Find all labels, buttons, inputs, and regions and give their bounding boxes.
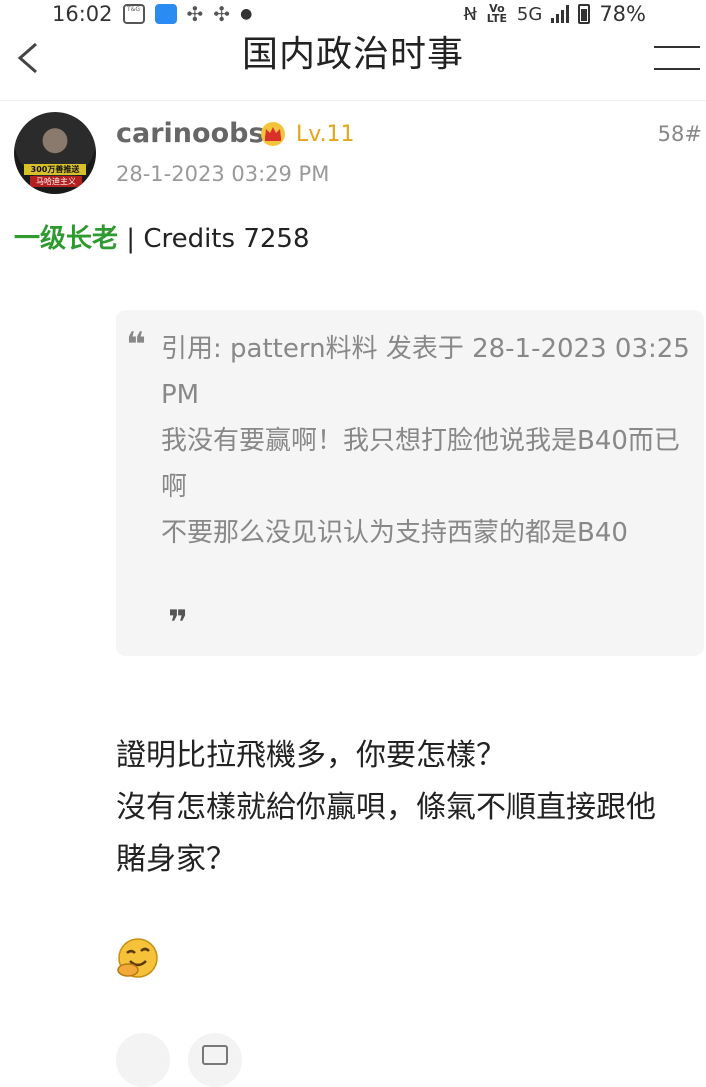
quote-header: 引用: pattern料料 发表于 28-1-2023 03:25 PM	[161, 334, 690, 410]
nfc-icon: Ꞥ	[463, 3, 477, 25]
quote-block: ❝ 引用: pattern料料 发表于 28-1-2023 03:25 PM 我…	[116, 310, 704, 656]
rank-separator: |	[118, 224, 144, 254]
rank-credits-line: 一级长老 | Credits 7258	[14, 218, 309, 255]
post-body-line: 賭身家？	[116, 842, 236, 877]
quote-text: 引用: pattern料料 发表于 28-1-2023 03:25 PM 我没有…	[161, 326, 691, 556]
quote-line: 我没有要赢啊！我只想打脸他说我是B40而已啊	[161, 426, 680, 502]
avatar-caption-top: 300万善推送	[24, 164, 86, 175]
status-bar-left: 16:02 T&G ✣ ✣ ●	[0, 2, 252, 26]
fan-icon: ✣	[186, 2, 204, 26]
quote-line: 不要那么没见识认为支持西蒙的都是B40	[161, 518, 628, 548]
crown-icon	[261, 122, 285, 146]
status-time: 16:02	[52, 2, 113, 26]
post-date: 28-1-2023 03:29 PM	[116, 162, 330, 186]
credits: Credits 7258	[143, 224, 310, 254]
avatar[interactable]: 300万善推送 马哈迪主义	[14, 112, 96, 194]
author-name[interactable]: carinoobs	[116, 118, 265, 149]
battery-percent: 78%	[599, 2, 646, 26]
rank-title: 一级长老	[14, 224, 119, 254]
user-level: Lv.11	[296, 122, 355, 147]
network-type: 5G	[516, 3, 543, 25]
quote-open-icon: ❝	[126, 325, 146, 365]
post-header: 300万善推送 马哈迪主义 carinoobs Lv.11 58# 28-1-2…	[0, 110, 706, 200]
comment-button[interactable]	[188, 1033, 242, 1087]
avatar-caption-bottom: 马哈迪主义	[30, 176, 82, 187]
page-title: 国内政治时事	[241, 34, 464, 72]
post-body-line: 沒有怎樣就給你贏唄，條氣不順直接跟他	[116, 790, 656, 825]
top-nav-bar: 国内政治时事	[0, 28, 706, 101]
menu-icon[interactable]	[654, 46, 700, 76]
signal-icon	[551, 5, 570, 23]
laughing-emoji-icon	[117, 938, 158, 978]
quote-close-icon: ❞	[168, 603, 188, 643]
cloud-app-icon	[154, 4, 177, 24]
volte-icon: Vo LTE	[486, 2, 508, 25]
post-body-line: 證明比拉飛機多，你要怎樣？	[116, 738, 506, 773]
touch-n-go-icon: T&G	[122, 4, 145, 24]
status-bar: 16:02 T&G ✣ ✣ ● Ꞥ Vo LTE 5G 78%	[0, 0, 706, 28]
post-body: 證明比拉飛機多，你要怎樣？ 沒有怎樣就給你贏唄，條氣不順直接跟他 賭身家？	[116, 730, 706, 886]
floor-number: 58#	[657, 122, 702, 146]
comment-icon	[202, 1045, 228, 1065]
notification-dot-icon: ●	[240, 6, 253, 22]
fan-icon-2: ✣	[213, 2, 231, 26]
page-title-wrapper: 国内政治时事	[200, 28, 506, 72]
battery-icon	[578, 4, 591, 24]
status-bar-right: Ꞥ Vo LTE 5G 78%	[463, 2, 706, 26]
chevron-left-icon[interactable]	[14, 40, 44, 76]
like-button[interactable]	[116, 1033, 170, 1087]
